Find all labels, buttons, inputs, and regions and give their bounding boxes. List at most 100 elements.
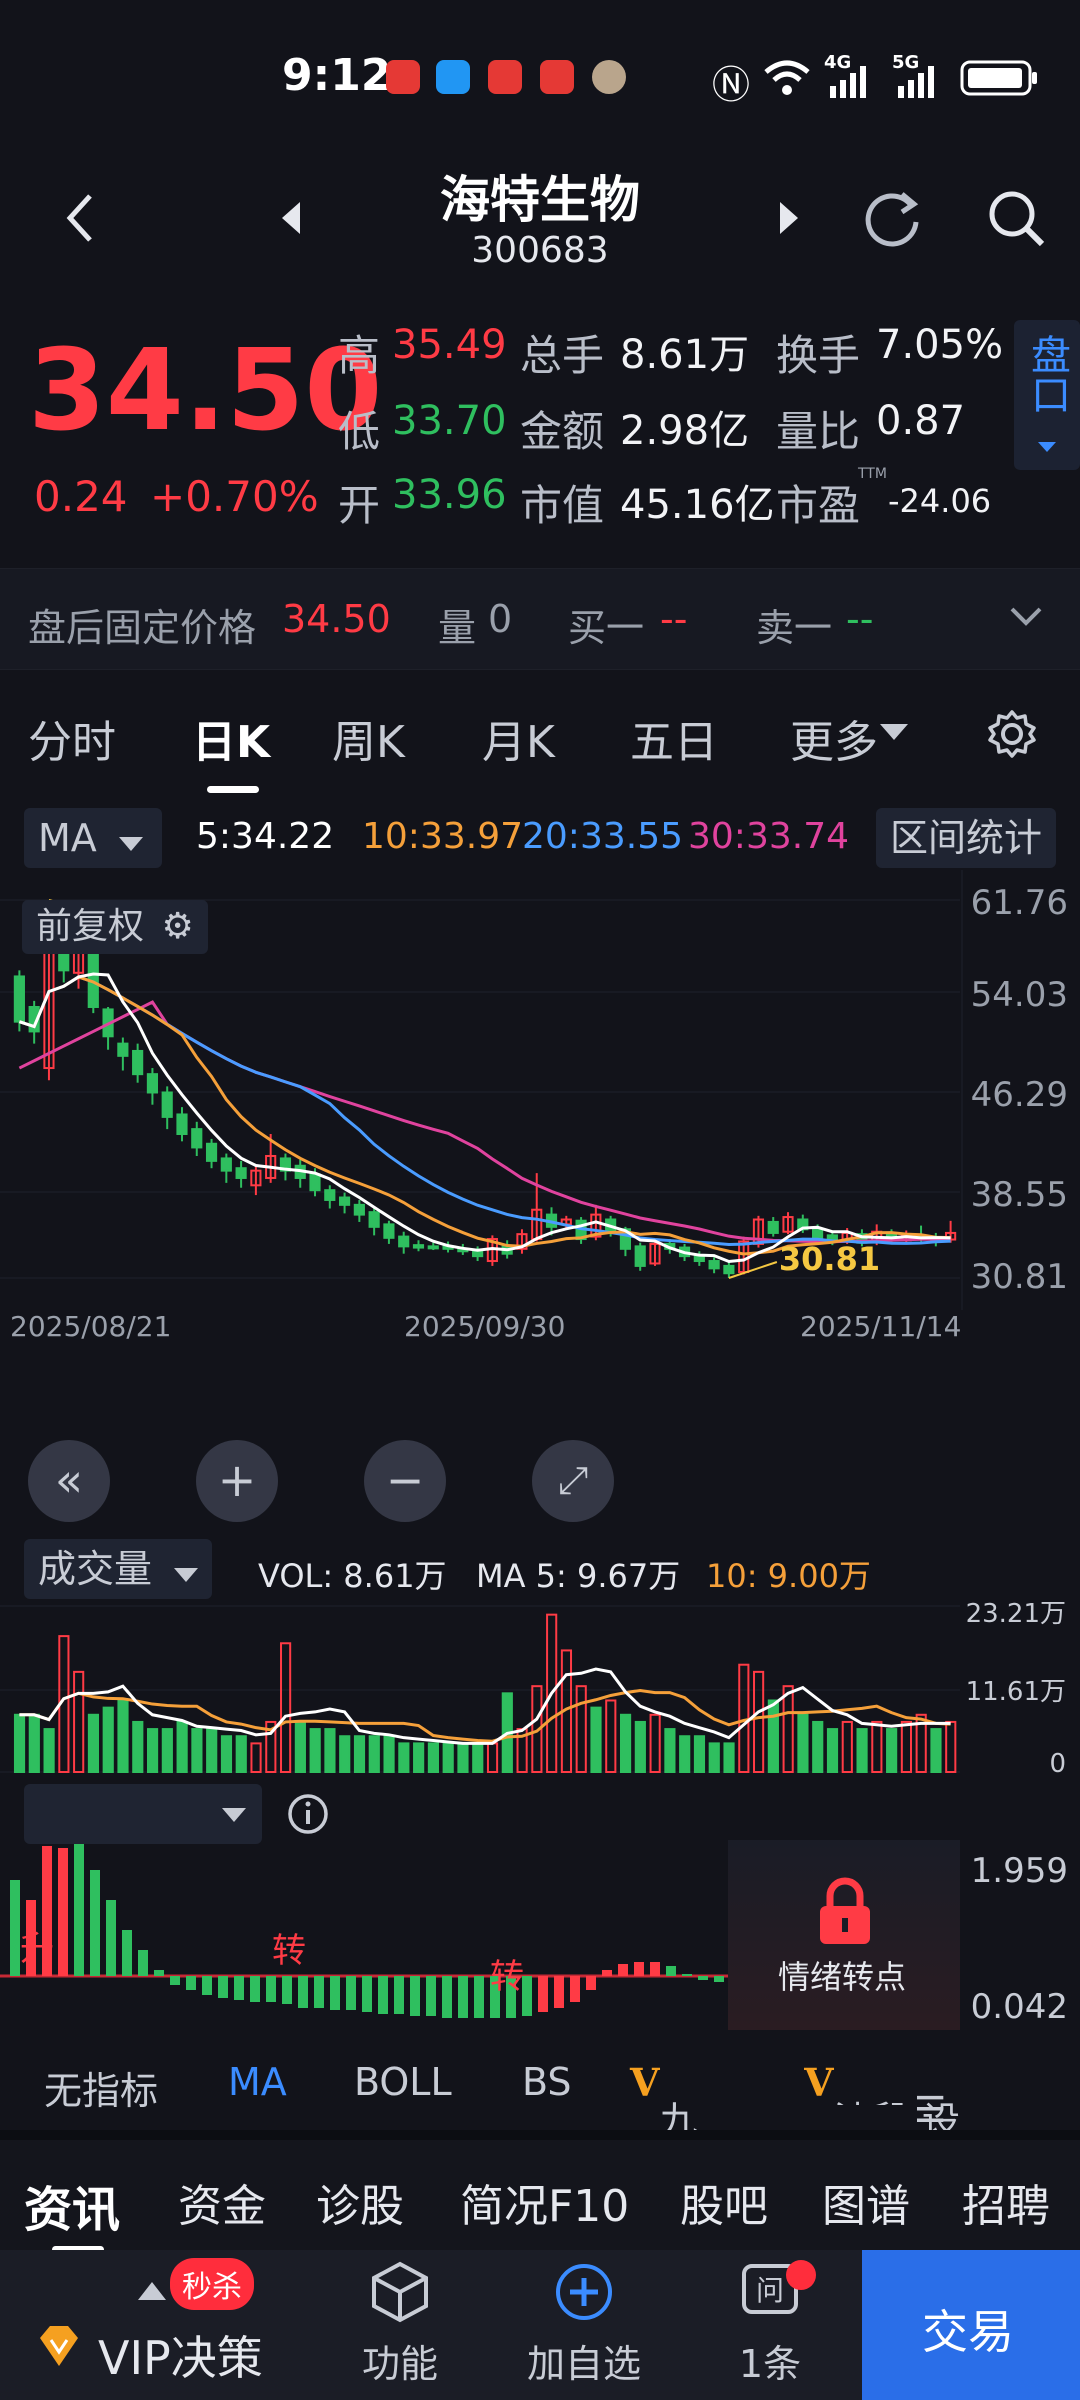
info-icon[interactable] [286, 1792, 330, 1836]
zoom-in-button[interactable]: + [196, 1440, 278, 1522]
indicator-bar [298, 1976, 308, 2008]
tab-weekly-k[interactable]: 周K [332, 706, 405, 770]
fullscreen-button[interactable]: ⤢ [532, 1440, 614, 1522]
stock-header: 海特生物 300683 [0, 150, 1080, 300]
pe-label: 市盈 [776, 481, 861, 530]
volume-bar [250, 1742, 262, 1774]
candle-body [132, 1049, 144, 1076]
rewind-button[interactable]: « [28, 1440, 110, 1522]
amount-label: 金额 [520, 407, 605, 456]
tab-diagnosis[interactable]: 诊股 [316, 2170, 404, 2234]
ask-button[interactable]: 问 1条 [690, 2260, 850, 2388]
chat-app-icon [436, 60, 470, 94]
tab-forum[interactable]: 股吧 [680, 2170, 768, 2234]
zoom-out-button[interactable]: − [364, 1440, 446, 1522]
candle-body [117, 1042, 129, 1057]
y-tick-label: 46.29 [971, 1075, 1068, 1115]
after-hours-row[interactable]: 盘后固定价格 34.50 量 0 买一 -- 卖一 -- [0, 568, 1080, 670]
indicator-bar [442, 1976, 452, 2018]
volume-bar [679, 1735, 691, 1773]
ma20-value: 20:33.55 [522, 816, 683, 857]
tab-graph[interactable]: 图谱 [822, 2170, 910, 2234]
ma-selector[interactable]: MA [24, 808, 162, 868]
tab-jobs[interactable]: 招聘 [962, 2170, 1050, 2234]
tab-funds[interactable]: 资金 [178, 2170, 266, 2234]
svg-text:问: 问 [756, 2274, 784, 2307]
next-stock-icon[interactable] [776, 198, 802, 238]
candle-body [368, 1211, 380, 1228]
candle-body [767, 1220, 779, 1234]
volume-bar [146, 1728, 159, 1773]
volume-bar [206, 1728, 218, 1773]
active-tab-indicator [207, 786, 259, 793]
avatar-icon [592, 60, 626, 94]
notification-dot [786, 2260, 816, 2290]
candlestick-chart[interactable]: 61.76 54.03 46.29 38.55 30.81 2025/08/21 2025/… [0, 870, 1080, 1540]
trade-button[interactable]: 交易 [862, 2250, 1080, 2400]
indicator-bar [634, 1962, 644, 1976]
ind-tab-none[interactable]: 无指标 [44, 2060, 158, 2115]
volume-bar [900, 1720, 912, 1773]
tab-daily-k[interactable]: 日K [192, 706, 270, 770]
add-watchlist-button[interactable]: 加自选 [504, 2260, 664, 2388]
bottom-nav: 秒杀 VIP决策 功能 加自选 问 1条 交易 [0, 2250, 1080, 2400]
open-value: 33.96 [392, 472, 507, 518]
volume-bar [708, 1742, 720, 1774]
ind-tab-ma[interactable]: MA [228, 2060, 287, 2104]
volume-bar [398, 1742, 410, 1774]
volume-bar [812, 1720, 824, 1773]
volume-bar [28, 1713, 40, 1773]
volume-bar [826, 1728, 839, 1773]
ma10-line [18, 975, 951, 1256]
refresh-icon[interactable] [860, 186, 924, 250]
ma30-line [18, 1000, 951, 1244]
vip-decision-button[interactable]: 秒杀 VIP决策 [0, 2250, 300, 2400]
battery-icon [960, 60, 1037, 96]
tab-monthly-k[interactable]: 月K [482, 706, 555, 770]
ma5-line [18, 972, 951, 1264]
volume-label: 总手 [520, 331, 605, 380]
lock-icon [820, 1877, 870, 1944]
open-label: 开 [338, 481, 381, 530]
caret-down-icon [174, 1568, 199, 1582]
tab-intraday[interactable]: 分时 [28, 706, 116, 770]
volume-chart[interactable]: 23.21万 11.61万 0 [0, 1599, 1080, 1779]
caret-down-icon [222, 1808, 246, 1822]
indicator-chart[interactable]: 1.959 0.042 升转转 情绪转点 [0, 1840, 1080, 2030]
tab-news[interactable]: 资讯 [24, 2170, 120, 2240]
ind-tab-wave[interactable]: V波段 [804, 2060, 904, 2105]
chevron-down-icon[interactable] [1008, 605, 1044, 629]
function-button[interactable]: 功能 [320, 2260, 480, 2388]
huawei-app-icon [386, 60, 420, 94]
ind-tab-bs[interactable]: BS [522, 2060, 572, 2104]
volume-bar [280, 1642, 292, 1773]
search-icon[interactable] [984, 186, 1048, 250]
volume-bar [797, 1713, 809, 1773]
range-stats-button[interactable]: 区间统计 [876, 808, 1057, 868]
quote-panel: 34.50 0.24 +0.70% 高 35.49 低 33.70 开 33.9… [0, 300, 1080, 550]
caret-up-icon [138, 2282, 166, 2300]
tab-five-day[interactable]: 五日 [630, 706, 718, 770]
volume-selector[interactable]: 成交量 [24, 1539, 213, 1599]
pankou-button[interactable]: 盘口 [1014, 320, 1080, 470]
volume-bar [13, 1713, 26, 1773]
volume-bar [102, 1706, 114, 1773]
ind-tab-boll[interactable]: BOLL [354, 2060, 452, 2104]
red-app-icon-2 [540, 60, 574, 94]
indicator-bar [538, 1976, 548, 2012]
tab-f10[interactable]: 简况F10 [460, 2170, 629, 2234]
adjust-selector[interactable]: 前复权 ⚙ [22, 900, 208, 954]
indicator-selector[interactable] [24, 1784, 262, 1844]
gear-icon[interactable] [986, 708, 1038, 760]
indicator-bar [266, 1976, 276, 2002]
status-bar: 9:12 Ⓝ 4G 5G [0, 0, 1080, 150]
locked-overlay[interactable]: 情绪转点 [728, 1840, 960, 2030]
ind-tab-nine-turn[interactable]: V九转 [630, 2060, 698, 2198]
plus-circle-icon [556, 2264, 612, 2320]
volume-bar [132, 1720, 144, 1773]
tab-more[interactable]: 更多 [790, 706, 878, 770]
candle-body [383, 1223, 395, 1239]
vol-ma10-value: 10: 9.00万 [706, 1557, 871, 1595]
volume-bar [693, 1735, 706, 1773]
candle-body [811, 1228, 824, 1239]
